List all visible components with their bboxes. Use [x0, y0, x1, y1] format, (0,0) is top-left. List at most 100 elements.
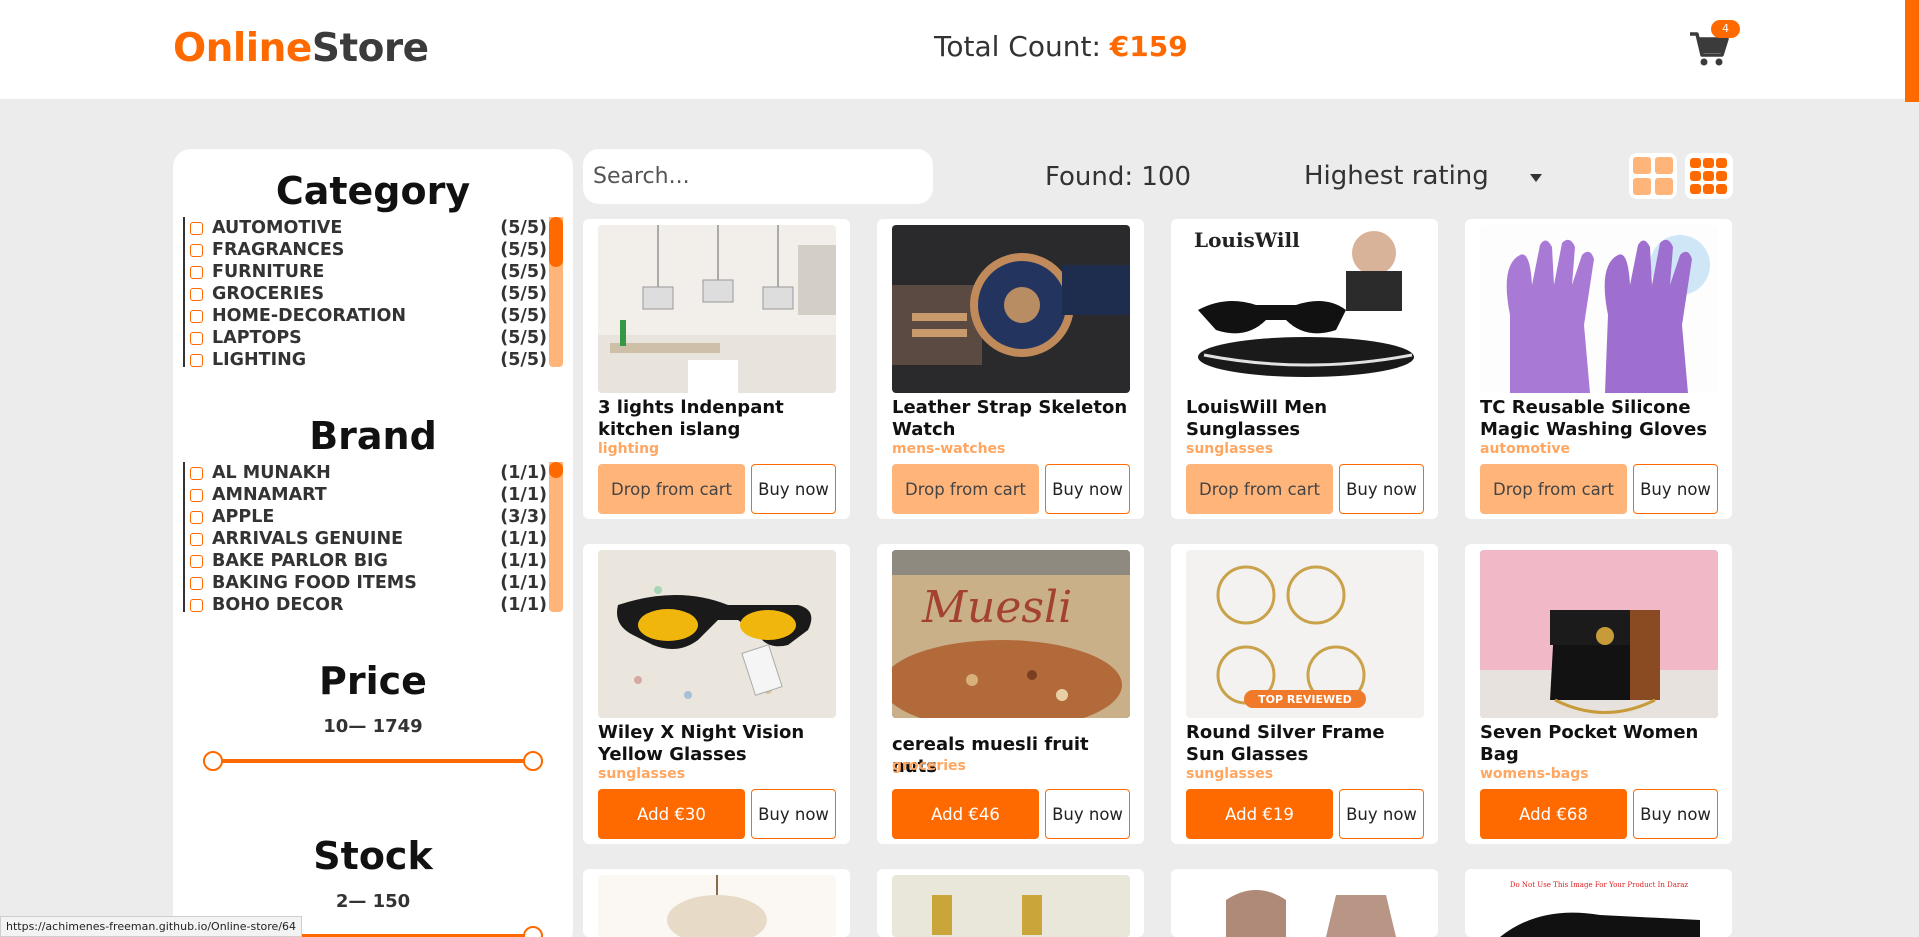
add-to-cart-button[interactable]: Add €68 — [1480, 789, 1627, 839]
product-card[interactable] — [1171, 869, 1438, 937]
add-to-cart-button[interactable]: Add €46 — [892, 789, 1039, 839]
checkbox[interactable] — [190, 310, 203, 323]
scrollbar-thumb[interactable] — [549, 462, 563, 478]
category-item[interactable]: AUTOMOTIVE (5/5) — [185, 217, 565, 239]
drop-from-cart-button[interactable]: Drop from cart — [892, 464, 1039, 514]
brand-item[interactable]: BAKING FOOD ITEMS (1/1) — [185, 572, 565, 594]
buy-now-button[interactable]: Buy now — [1045, 464, 1130, 514]
product-title[interactable]: Leather Strap Skeleton Watch — [892, 397, 1132, 441]
brand-item[interactable]: APPLE (3/3) — [185, 506, 565, 528]
brand-item[interactable]: AL MUNAKH (1/1) — [185, 462, 565, 484]
category-item[interactable]: FRAGRANCES (5/5) — [185, 239, 565, 261]
grid-cell — [1655, 157, 1673, 174]
product-card[interactable] — [583, 869, 850, 937]
logo[interactable]: OnlineStore — [173, 26, 429, 71]
product-card[interactable]: LouisWill LouisWill Men Sunglasses sungl… — [1171, 219, 1438, 519]
price-max-handle[interactable] — [523, 751, 543, 771]
buy-now-button[interactable]: Buy now — [751, 464, 836, 514]
checkbox[interactable] — [190, 533, 203, 546]
product-card[interactable]: Muesli cereals muesli fruit nuts groceri… — [877, 544, 1144, 844]
category-scrollbar[interactable] — [549, 217, 563, 367]
search-input[interactable] — [583, 149, 933, 204]
page-scrollbar[interactable] — [1905, 0, 1919, 102]
watermark-text: Do Not Use This Image For Your Product I… — [1510, 881, 1689, 889]
checkbox[interactable] — [190, 288, 203, 301]
brand-scrollbar[interactable] — [549, 462, 563, 612]
category-item[interactable]: HOME-DECORATION (5/5) — [185, 305, 565, 327]
product-card[interactable] — [877, 869, 1144, 937]
brand-item[interactable]: BOHO DECOR (1/1) — [185, 594, 565, 612]
buy-now-button[interactable]: Buy now — [1633, 464, 1718, 514]
stock-max-handle[interactable] — [523, 926, 543, 937]
product-title[interactable]: Seven Pocket Women Bag — [1480, 722, 1720, 766]
brand-item[interactable]: ARRIVALS GENUINE (1/1) — [185, 528, 565, 550]
add-to-cart-button[interactable]: Add €19 — [1186, 789, 1333, 839]
brand-title: Brand — [309, 414, 437, 458]
category-list: AUTOMOTIVE (5/5) FRAGRANCES (5/5) FURNITUR… — [183, 217, 565, 367]
checkbox[interactable] — [190, 332, 203, 345]
checkbox[interactable] — [190, 599, 203, 612]
product-image[interactable]: Do Not Use This Image For Your Product I… — [1480, 875, 1718, 937]
checkbox[interactable] — [190, 354, 203, 367]
product-title[interactable]: Wiley X Night Vision Yellow Glasses — [598, 722, 838, 766]
buy-now-button[interactable]: Buy now — [1633, 789, 1718, 839]
category-item[interactable]: FURNITURE (5/5) — [185, 261, 565, 283]
category-item[interactable]: GROCERIES (5/5) — [185, 283, 565, 305]
product-image[interactable] — [598, 875, 836, 937]
product-title[interactable]: 3 lights lndenpant kitchen islang — [598, 397, 838, 441]
logo-store: Store — [311, 26, 429, 71]
brand-item[interactable]: AMNAMART (1/1) — [185, 484, 565, 506]
product-card[interactable]: Leather Strap Skeleton Watch mens-watche… — [877, 219, 1144, 519]
product-title[interactable]: TC Reusable Silicone Magic Washing Glove… — [1480, 397, 1720, 441]
buy-now-button[interactable]: Buy now — [1339, 789, 1424, 839]
drop-from-cart-button[interactable]: Drop from cart — [1186, 464, 1333, 514]
checkbox[interactable] — [190, 577, 203, 590]
grid-small-view-button[interactable] — [1685, 153, 1733, 199]
checkbox[interactable] — [190, 555, 203, 568]
buy-now-button[interactable]: Buy now — [1045, 789, 1130, 839]
product-image[interactable]: TOP REVIEWED — [1186, 550, 1424, 718]
product-card[interactable]: Wiley X Night Vision Yellow Glasses sung… — [583, 544, 850, 844]
product-card[interactable]: TC Reusable Silicone Magic Washing Glove… — [1465, 219, 1732, 519]
category-item[interactable]: LIGHTING (5/5) — [185, 349, 565, 367]
product-card[interactable]: 3 lights lndenpant kitchen islang lighti… — [583, 219, 850, 519]
product-title[interactable]: LouisWill Men Sunglasses — [1186, 397, 1426, 441]
product-card[interactable]: TOP REVIEWED Round Silver Frame Sun Glas… — [1171, 544, 1438, 844]
product-image[interactable] — [1480, 550, 1718, 718]
product-image[interactable] — [1480, 225, 1718, 393]
checkbox[interactable] — [190, 511, 203, 524]
grid-cell — [1690, 184, 1701, 194]
brand-item[interactable]: BAKE PARLOR BIG (1/1) — [185, 550, 565, 572]
sort-select[interactable]: Highest rating — [1304, 161, 1554, 195]
scrollbar-thumb[interactable] — [549, 217, 563, 267]
checkbox[interactable] — [190, 244, 203, 257]
price-slider[interactable] — [203, 751, 543, 771]
price-title: Price — [319, 659, 427, 703]
checkbox[interactable] — [190, 266, 203, 279]
product-card[interactable]: Do Not Use This Image For Your Product I… — [1465, 869, 1732, 937]
category-item[interactable]: LAPTOPS (5/5) — [185, 327, 565, 349]
product-image[interactable] — [598, 225, 836, 393]
drop-from-cart-button[interactable]: Drop from cart — [1480, 464, 1627, 514]
add-to-cart-button[interactable]: Add €30 — [598, 789, 745, 839]
product-card[interactable]: Seven Pocket Women Bag womens-bags Add €… — [1465, 544, 1732, 844]
product-title[interactable]: Round Silver Frame Sun Glasses — [1186, 722, 1426, 766]
product-image[interactable]: Muesli — [892, 550, 1130, 718]
buy-now-button[interactable]: Buy now — [1339, 464, 1424, 514]
product-image[interactable] — [892, 225, 1130, 393]
checkbox[interactable] — [190, 222, 203, 235]
checkbox[interactable] — [190, 467, 203, 480]
buy-now-button[interactable]: Buy now — [751, 789, 836, 839]
grid-large-view-button[interactable] — [1629, 153, 1677, 199]
product-image[interactable] — [1186, 875, 1424, 937]
grid-cell — [1633, 157, 1651, 174]
price-min-handle[interactable] — [203, 751, 223, 771]
product-image[interactable]: LouisWill — [1186, 225, 1424, 393]
checkbox[interactable] — [190, 489, 203, 502]
drop-from-cart-button[interactable]: Drop from cart — [598, 464, 745, 514]
product-image[interactable] — [892, 875, 1130, 937]
grid-cell — [1716, 171, 1727, 181]
site-header: OnlineStore Total Count: €159 4 — [0, 0, 1919, 99]
brand-list: AL MUNAKH (1/1) AMNAMART (1/1) APPLE (3/3) … — [183, 462, 565, 612]
product-image[interactable] — [598, 550, 836, 718]
